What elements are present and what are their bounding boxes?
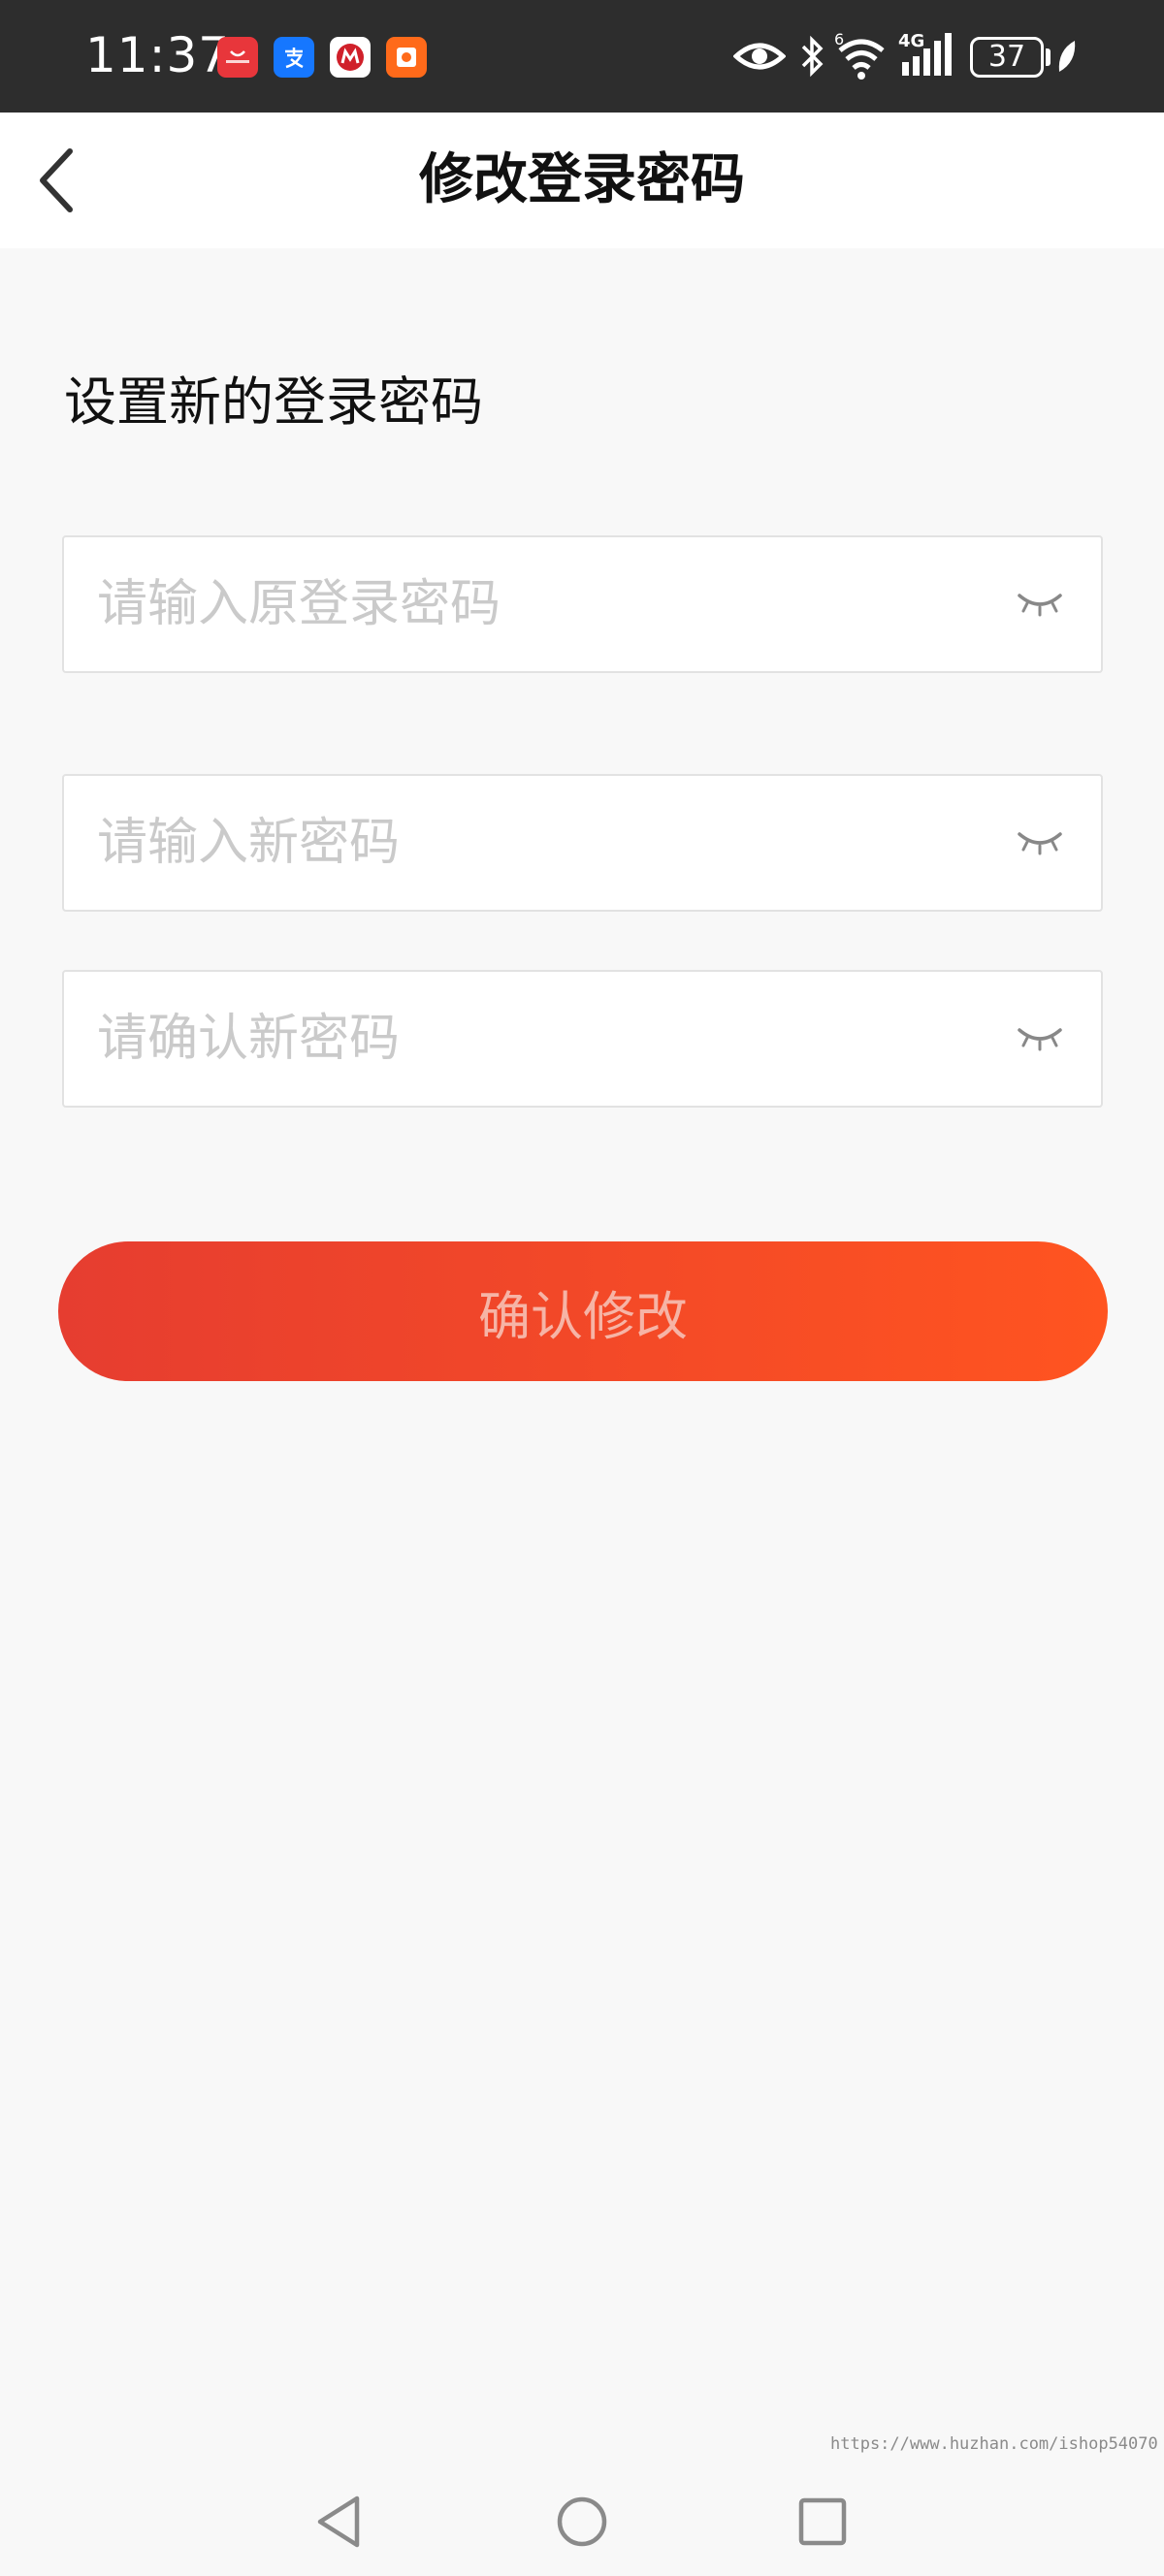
confirm-password-input[interactable]	[97, 972, 970, 1106]
alipay-icon	[274, 37, 314, 78]
bluetooth-icon	[797, 29, 826, 83]
confirm-change-button[interactable]: 确认修改	[58, 1241, 1108, 1381]
page-title: 修改登录密码	[419, 148, 745, 211]
new-password-field	[62, 774, 1103, 912]
confirm-password-field	[62, 970, 1103, 1108]
signal-icon: 4G	[896, 29, 956, 83]
battery-level: 37	[987, 40, 1026, 74]
battery-icon: 37	[970, 37, 1044, 78]
battery-tip	[1046, 48, 1051, 66]
old-password-field	[62, 535, 1103, 673]
red-envelope-icon	[386, 37, 427, 78]
eye-closed-icon[interactable]	[1016, 824, 1064, 859]
network-type-text: 4G	[898, 31, 924, 51]
new-password-input[interactable]	[97, 776, 970, 910]
header-bar: 修改登录密码	[0, 113, 1164, 248]
wifi-icon: 6	[834, 29, 889, 83]
old-password-input[interactable]	[97, 537, 970, 671]
watermark: https://www.huzhan.com/ishop54070	[830, 2434, 1158, 2454]
leaf-icon	[1055, 29, 1077, 83]
recents-square-icon[interactable]	[784, 2483, 861, 2560]
cmb-bank-icon	[330, 37, 371, 78]
home-circle-icon[interactable]	[543, 2483, 621, 2560]
eye-closed-icon[interactable]	[1016, 1020, 1064, 1055]
status-bar: 11:37 6 4G 37	[0, 0, 1164, 113]
status-time: 11:37	[85, 27, 231, 83]
back-triangle-icon[interactable]	[301, 2483, 378, 2560]
section-title: 设置新的登录密码	[64, 371, 483, 433]
huawei-appgallery-icon	[217, 37, 258, 78]
back-button[interactable]	[29, 142, 87, 219]
eye-icon	[732, 29, 787, 83]
system-nav-bar	[0, 2463, 1164, 2576]
chevron-left-icon	[40, 148, 73, 212]
eye-closed-icon[interactable]	[1016, 586, 1064, 621]
